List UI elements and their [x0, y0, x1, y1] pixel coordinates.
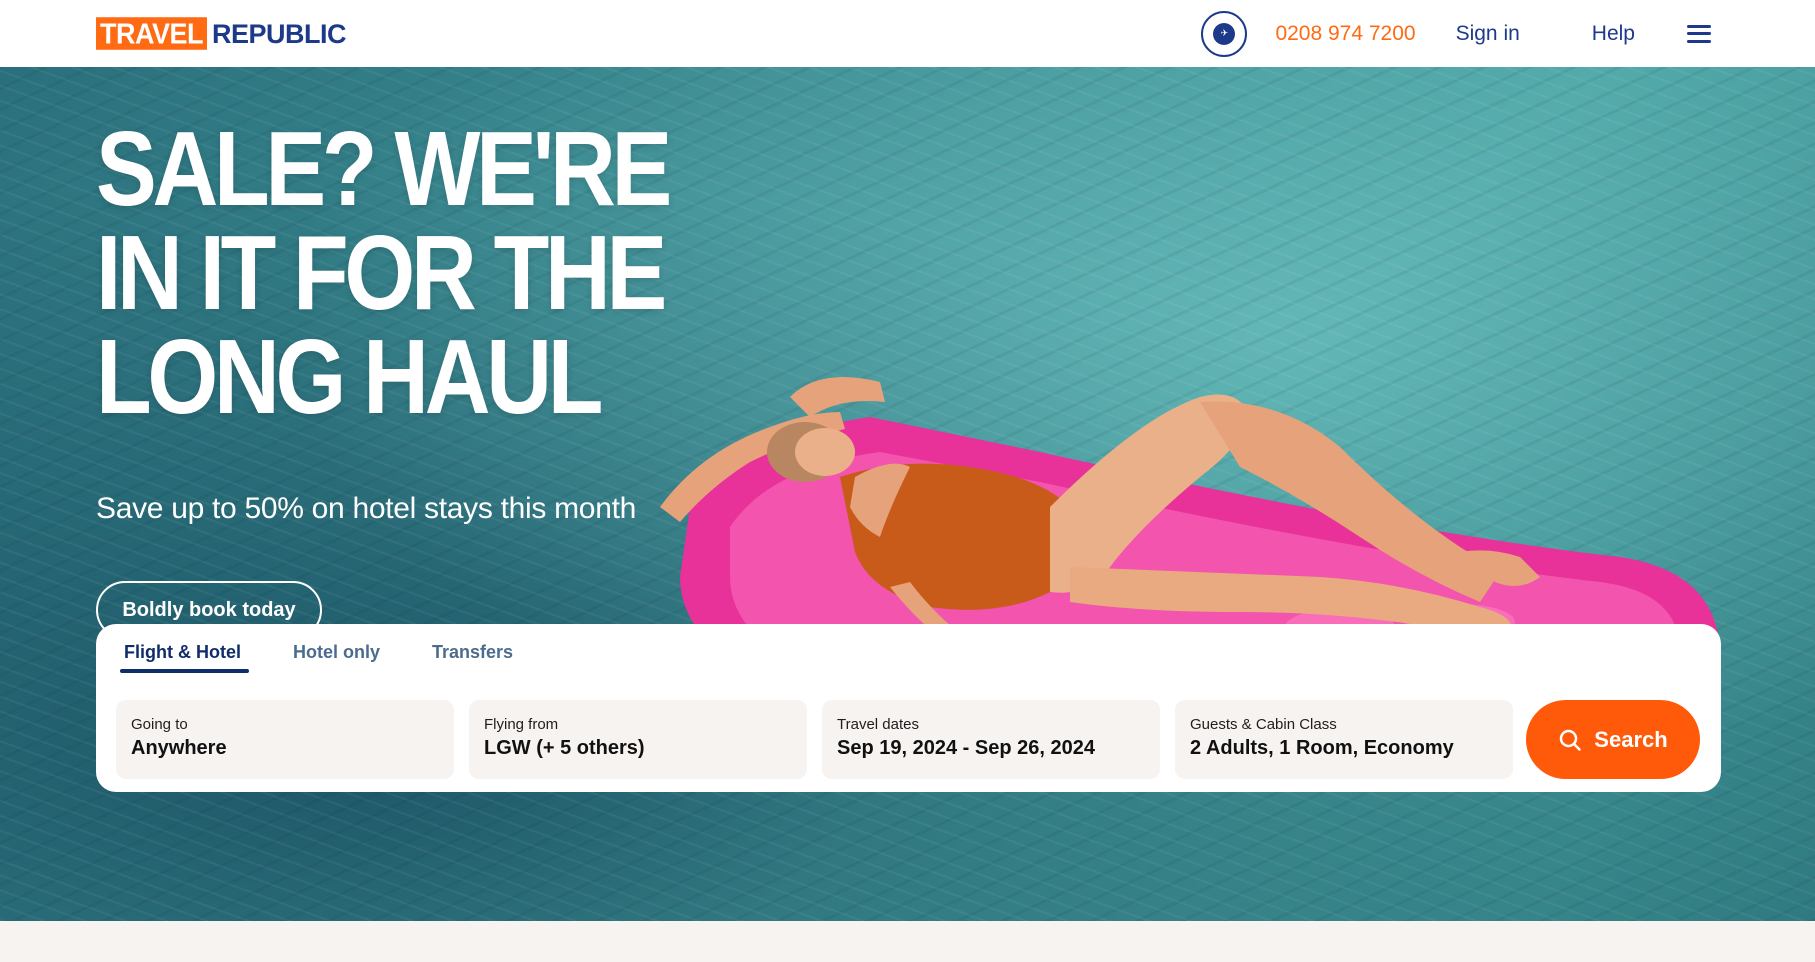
hamburger-menu-icon[interactable] [1687, 24, 1711, 43]
travel-republic-logo[interactable]: TRAVEL REPUBLIC [96, 17, 347, 50]
hero-banner: SALE? WE'RE IN IT FOR THE LONG HAUL Save… [0, 67, 1815, 921]
search-button[interactable]: Search [1526, 700, 1700, 779]
help-link[interactable]: Help [1592, 22, 1635, 46]
site-header: TRAVEL REPUBLIC ✈ 0208 974 7200 Sign in … [0, 0, 1815, 67]
search-fields: Going to Anywhere Flying from LGW (+ 5 o… [116, 700, 1700, 779]
search-widget: Flight & Hotel Hotel only Transfers Goin… [96, 624, 1721, 792]
menu-line [1687, 32, 1711, 35]
guests-cabin-value: 2 Adults, 1 Room, Economy [1190, 737, 1454, 759]
travel-dates-value: Sep 19, 2024 - Sep 26, 2024 [837, 737, 1095, 759]
travel-dates-label: Travel dates [837, 716, 919, 733]
tab-transfers[interactable]: Transfers [432, 642, 513, 673]
going-to-value: Anywhere [131, 737, 227, 759]
search-button-label: Search [1594, 726, 1668, 752]
flying-from-field[interactable]: Flying from LGW (+ 5 others) [469, 700, 807, 779]
going-to-label: Going to [131, 716, 188, 733]
tab-hotel-only[interactable]: Hotel only [293, 642, 380, 673]
menu-line [1687, 24, 1711, 28]
tab-flight-hotel[interactable]: Flight & Hotel [120, 642, 249, 673]
travel-dates-field[interactable]: Travel dates Sep 19, 2024 - Sep 26, 2024 [822, 700, 1160, 779]
logo-republic-text: REPUBLIC [212, 18, 347, 49]
guests-cabin-label: Guests & Cabin Class [1190, 716, 1337, 733]
atol-badge-center: ✈ [1213, 22, 1236, 45]
header-nav: ✈ 0208 974 7200 Sign in Help [1201, 10, 1711, 57]
atol-protected-badge-icon: ✈ [1201, 10, 1248, 57]
hero-headline: SALE? WE'RE IN IT FOR THE LONG HAUL [96, 110, 672, 436]
menu-line [1687, 39, 1711, 43]
flying-from-label: Flying from [484, 716, 559, 733]
search-tabs: Flight & Hotel Hotel only Transfers [120, 642, 565, 673]
logo-travel-text: TRAVEL [96, 17, 207, 50]
flying-from-value: LGW (+ 5 others) [484, 737, 645, 759]
hero-subline: Save up to 50% on hotel stays this month [96, 492, 636, 525]
going-to-field[interactable]: Going to Anywhere [116, 700, 454, 779]
search-icon [1558, 728, 1582, 752]
sign-in-link[interactable]: Sign in [1456, 22, 1520, 46]
page-content-below-hero [0, 921, 1815, 962]
phone-number-link[interactable]: 0208 974 7200 [1275, 22, 1415, 46]
guests-cabin-field[interactable]: Guests & Cabin Class 2 Adults, 1 Room, E… [1175, 700, 1513, 779]
